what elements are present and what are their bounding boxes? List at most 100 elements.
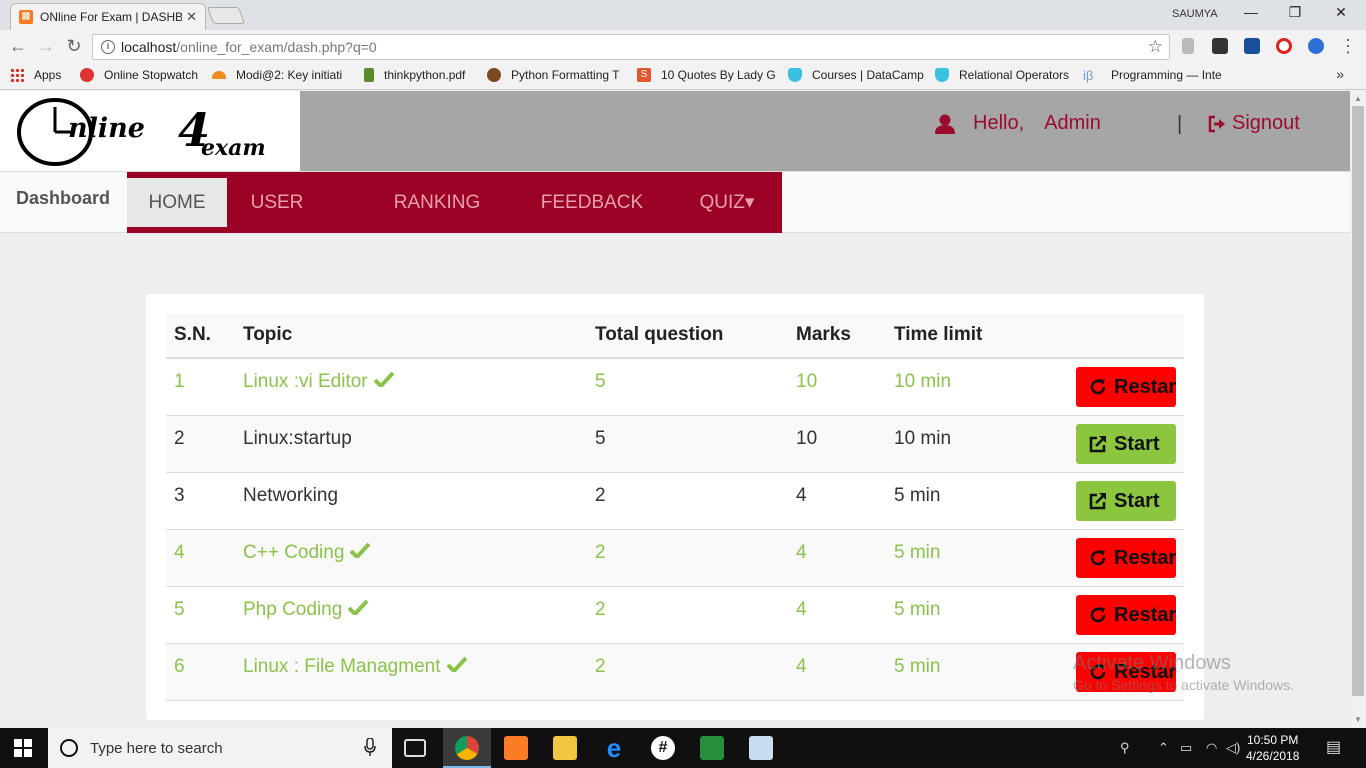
profile-name[interactable]: SAUMYA [1172, 8, 1218, 20]
file-explorer-icon[interactable] [553, 736, 577, 760]
extension-icon[interactable] [1182, 38, 1194, 54]
action-center-icon[interactable]: ▤ [1326, 737, 1341, 757]
cell-marks-text: 10 [796, 428, 818, 449]
refresh-icon [1088, 605, 1108, 625]
extension-icon[interactable] [1244, 38, 1260, 54]
forward-icon[interactable]: → [36, 36, 56, 56]
col-total-question: Total question [595, 324, 724, 345]
leaf-icon [364, 68, 374, 82]
col-marks: Marks [796, 324, 851, 345]
wifi-icon[interactable]: ◠ [1206, 740, 1217, 756]
spreadsheet-icon[interactable] [700, 736, 724, 760]
user-icon [935, 114, 955, 134]
logo[interactable]: nline 4 exam [0, 91, 300, 171]
opera-icon[interactable] [1276, 38, 1292, 54]
tab-title: ONline For Exam | DASHB [40, 10, 183, 24]
browser-tab[interactable]: ⊠ ONline For Exam | DASHB ✕ [10, 3, 206, 30]
scroll-thumb[interactable] [1352, 106, 1364, 696]
signout-link[interactable]: Signout [1207, 112, 1300, 135]
bookmark-item[interactable]: iβ Programming — Inte [1083, 68, 1222, 83]
button-label: Restart [1114, 546, 1176, 569]
restart-button[interactable]: Restart [1076, 367, 1176, 407]
slack-icon[interactable]: # [651, 736, 675, 760]
bookmark-item[interactable]: Online Stopwatch [80, 68, 198, 82]
minimize-icon[interactable]: — [1236, 4, 1266, 20]
info-icon[interactable]: i [101, 40, 115, 54]
activate-windows-watermark: Activate Windows Go to Settings to activ… [1073, 652, 1294, 693]
close-tab-icon[interactable]: ✕ [186, 9, 197, 25]
start-button[interactable]: Start [1076, 424, 1176, 464]
volume-icon[interactable]: ◁) [1226, 740, 1240, 756]
col-topic: Topic [243, 324, 293, 345]
table-header: S.N. Topic Total question Marks Time lim… [166, 314, 1184, 359]
page: nline 4 exam Hello, Admin | Signout Dash… [0, 91, 1350, 727]
bookmark-label: Programming — Inte [1111, 68, 1222, 82]
cell-time-text: 10 min [894, 371, 952, 392]
logo-text: nline [68, 113, 145, 144]
nav-quiz-dropdown[interactable]: QUIZ▾ [692, 172, 762, 233]
bookmark-item[interactable]: Python Formatting T [487, 68, 620, 82]
windows-start-icon[interactable] [14, 739, 32, 757]
people-icon[interactable]: ⚲ [1120, 740, 1130, 756]
start-button[interactable]: Start [1076, 481, 1176, 521]
clock-date: 4/26/2018 [1246, 749, 1300, 763]
cell-marks: 4 [796, 599, 807, 621]
brand-dashboard[interactable]: Dashboard [16, 188, 110, 209]
bookmark-star-icon[interactable]: ☆ [1148, 37, 1163, 57]
menu-icon[interactable]: ⋮ [1338, 36, 1358, 56]
chrome-icon[interactable] [455, 736, 479, 760]
battery-icon[interactable]: ▭ [1180, 740, 1192, 756]
cell-time: 5 min [894, 485, 940, 507]
cell-marks-text: 10 [796, 371, 818, 392]
cell-topic: Networking [243, 485, 338, 507]
bookmark-apps[interactable]: Apps [10, 68, 61, 82]
scroll-down-icon[interactable]: ▼ [1354, 715, 1362, 724]
page-scrollbar[interactable]: ▲ ▼ [1350, 91, 1366, 727]
windows-taskbar: Type here to search e # ⚲ ⌃ ▭ ◠ ◁) 10:50… [0, 728, 1366, 768]
taskbar-clock[interactable]: 10:50 PM 4/26/2018 [1246, 732, 1299, 764]
ib-icon: iβ [1083, 68, 1094, 83]
checkmark-icon [373, 371, 395, 393]
microphone-icon[interactable] [364, 738, 376, 756]
bookmark-item[interactable]: thinkpython.pdf [364, 68, 465, 82]
cell-marks-text: 4 [796, 485, 807, 506]
reload-icon[interactable]: ↻ [64, 36, 84, 56]
edge-icon[interactable]: e [602, 735, 626, 761]
address-bar[interactable]: i localhost/online_for_exam/dash.php?q=0… [92, 34, 1170, 60]
restart-button[interactable]: Restart [1076, 595, 1176, 635]
button-label: Start [1114, 489, 1160, 512]
scroll-up-icon[interactable]: ▲ [1354, 94, 1362, 103]
bookmark-item[interactable]: Modi@2: Key initiati [212, 68, 342, 82]
extension-icon[interactable] [1212, 38, 1228, 54]
new-tab-button[interactable] [206, 7, 246, 24]
site-header: nline 4 exam Hello, Admin | Signout [0, 91, 1350, 171]
task-view-icon[interactable] [404, 739, 426, 757]
taskbar-search[interactable]: Type here to search [48, 728, 392, 768]
restart-button[interactable]: Restart [1076, 538, 1176, 578]
nav-feedback[interactable]: FEEDBACK [532, 172, 652, 233]
bookmark-item[interactable]: Relational Operators [935, 68, 1069, 82]
cell-topic: Linux :vi Editor [243, 371, 395, 393]
xampp-icon[interactable] [504, 736, 528, 760]
cell-topic-text: Linux :vi Editor [243, 371, 368, 392]
close-window-icon[interactable]: ✕ [1326, 4, 1356, 21]
cell-time-text: 5 min [894, 542, 941, 563]
paint-icon[interactable] [749, 736, 773, 760]
bookmark-item[interactable]: S 10 Quotes By Lady G [637, 68, 776, 82]
restore-icon[interactable]: ❐ [1280, 4, 1310, 21]
tray-expand-icon[interactable]: ⌃ [1158, 740, 1169, 756]
bookmark-item[interactable]: Courses | DataCamp [788, 68, 924, 82]
nav-user[interactable]: USER [237, 172, 317, 233]
cell-topic-text: Linux : File Managment [243, 656, 441, 677]
cell-total: 5 [595, 371, 606, 393]
nav-ranking[interactable]: RANKING [382, 172, 492, 233]
bookmarks-more-icon[interactable]: » [1336, 66, 1344, 82]
extension-icon[interactable] [1308, 38, 1324, 54]
cell-sn-text: 5 [174, 599, 185, 620]
nav-home[interactable]: HOME [127, 178, 227, 227]
s-site-icon: S [637, 68, 651, 82]
cell-topic: C++ Coding [243, 542, 371, 564]
back-icon[interactable]: ← [8, 36, 28, 56]
table-row: 3 Networking 2 4 5 min Start [166, 473, 1184, 530]
cell-sn: 4 [174, 542, 185, 564]
